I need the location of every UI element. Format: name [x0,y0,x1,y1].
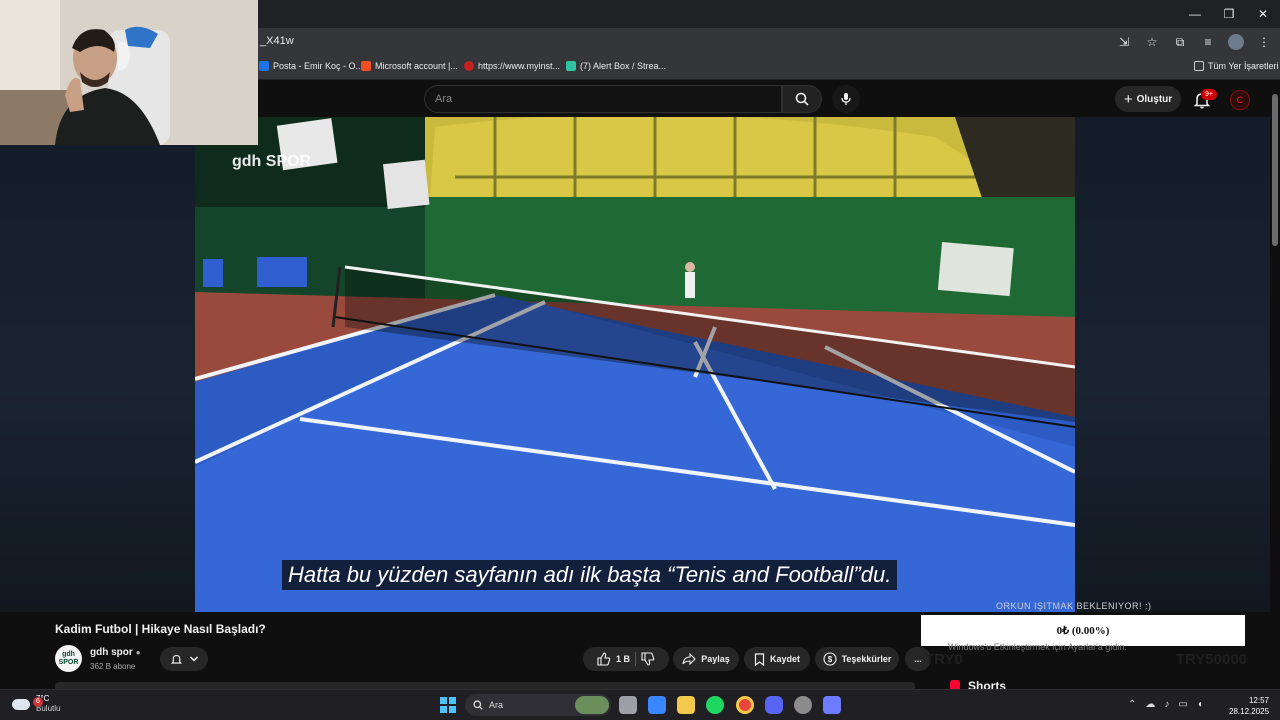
minimize-icon[interactable]: — [1178,0,1212,28]
account-avatar[interactable]: C [1230,90,1250,110]
chevron-down-icon [189,656,198,662]
subscription-bell-button[interactable] [160,647,208,671]
share-button[interactable]: Paylaş [673,647,739,671]
obs-icon[interactable] [794,696,812,714]
start-button[interactable] [440,697,456,713]
app-icon[interactable] [648,696,666,714]
more-icon: ... [914,654,922,664]
create-label: Oluştur [1136,93,1173,105]
task-view-icon[interactable] [619,696,637,714]
star-icon[interactable]: ☆ [1144,34,1160,50]
network-icon[interactable]: ▭ [1178,699,1187,710]
close-icon[interactable]: ✕ [1246,0,1280,28]
weather-badge: 6 [33,696,43,707]
spotify-icon[interactable] [706,696,724,714]
site-icon [464,61,474,71]
bookmark-item[interactable]: Posta - Emir Koç - O... [259,61,363,71]
volume-icon[interactable]: ◖ [1197,699,1203,710]
tennis-court-scene [195,117,1075,612]
window-controls: — ❐ ✕ [1178,0,1280,28]
subscriber-count: 362 B abone [90,662,136,671]
bookmark-item[interactable]: Microsoft account |... [361,61,458,71]
channel-watermark: gdh SPOR [232,153,312,170]
verified-icon: ● [135,648,141,657]
video-player[interactable] [195,117,1075,612]
extensions-icon[interactable]: ⧉ [1172,34,1188,50]
search-highlight-image [575,696,609,714]
donation-range: TRY0 TRY50000 [925,651,1247,668]
create-button[interactable]: + Oluştur [1115,86,1181,112]
mail-icon [259,61,269,71]
cloud-icon: 6 [12,696,43,710]
install-app-icon[interactable]: ⇲ [1116,34,1132,50]
save-button[interactable]: Kaydet [744,647,810,671]
onedrive-icon[interactable]: ☁ [1145,699,1155,710]
thanks-button[interactable]: $ Teşekkürler [815,647,899,671]
chrome-icon[interactable] [736,696,754,714]
like-dislike-group: 1 B [583,647,669,671]
weather-widget[interactable]: 6 7°C Bulutlu [12,694,60,714]
donation-goal-heading: ORKUN IŞITMAK BEKLENIYOR! :) [996,601,1152,611]
notification-badge: 9+ [1201,89,1217,100]
dev-app-icon[interactable] [823,696,841,714]
super-thanks-icon: $ [823,652,837,666]
voice-search-button[interactable] [832,85,860,113]
folder-icon [1194,61,1204,71]
media-control-icon[interactable]: ≡ [1200,34,1216,50]
restore-icon[interactable]: ❐ [1212,0,1246,28]
dislike-button[interactable] [641,652,655,666]
taskbar-search[interactable]: Ara [465,694,611,716]
share-icon [682,653,697,665]
menu-icon[interactable]: ⋮ [1256,34,1272,50]
file-explorer-icon[interactable] [677,696,695,714]
profile-avatar[interactable] [1228,34,1244,50]
channel-name[interactable]: gdh spor ● [90,647,141,658]
bookmark-item[interactable]: https://www.myinst... [464,61,560,71]
svg-text:$: $ [827,655,832,664]
streamelements-icon [566,61,576,71]
url-text[interactable]: _X41w [260,35,294,47]
chevron-up-icon[interactable]: ⌃ [1128,699,1136,710]
scrollbar-thumb[interactable] [1272,94,1278,246]
plus-icon: + [1123,90,1133,108]
bookmark-icon [754,652,765,666]
streamer-webcam-image [0,0,258,145]
search-button[interactable] [782,85,822,113]
search-icon [473,700,483,710]
all-bookmarks[interactable]: Tüm Yer İşaretleri [1194,61,1279,71]
thumbs-up-icon [597,652,611,666]
microphone-icon[interactable]: ♪ [1164,699,1169,710]
address-bar-icons: ⇲ ☆ ⧉ ≡ ⋮ [1116,34,1272,50]
discord-icon[interactable] [765,696,783,714]
like-separator [635,652,636,666]
microphone-icon [841,93,851,105]
windows-taskbar: 6 7°C Bulutlu Ara ⌃ ☁ ♪ ▭ ◖ 12:57 28.12.… [0,689,1280,720]
video-title: Kadim Futbol | Hikaye Nasıl Başladı? [55,622,266,636]
search-input[interactable]: Ara [424,85,782,113]
bell-icon [170,654,182,664]
webcam-overlay [0,0,258,145]
bookmark-item[interactable]: (7) Alert Box / Strea... [566,61,666,71]
like-button[interactable]: 1 B [597,652,630,666]
system-clock[interactable]: 12:57 28.12.2025 [1229,695,1269,717]
channel-avatar[interactable]: gdh SPOR [55,645,82,672]
video-subtitle: Hatta bu yüzden sayfanın adı ilk başta “… [282,560,898,590]
system-tray: ⌃ ☁ ♪ ▭ ◖ [1128,699,1203,710]
microsoft-icon [361,61,371,71]
search-icon [795,92,809,106]
